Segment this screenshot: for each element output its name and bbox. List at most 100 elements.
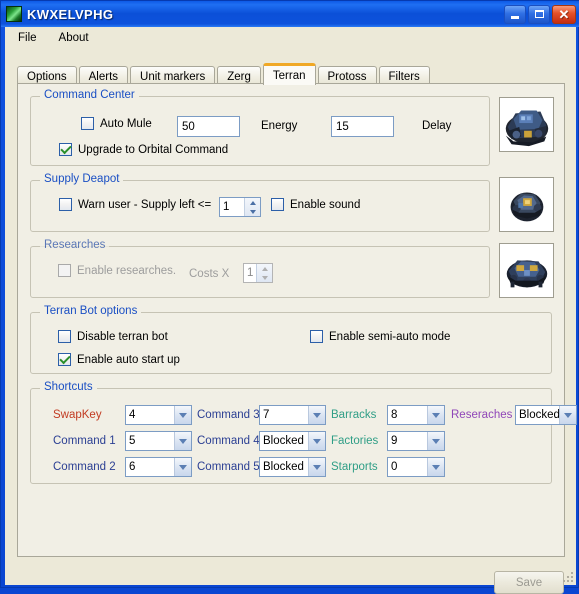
upgrade-orbital-label: Upgrade to Orbital Command: [78, 143, 229, 156]
spinner-down-icon: [257, 273, 272, 282]
disable-terran-bot-label: Disable terran bot: [77, 330, 168, 343]
enable-researches-row: Enable researches.: [58, 264, 176, 277]
shortcut-value-command-5: Blocked: [263, 461, 304, 473]
enable-auto-start-checkbox[interactable]: [58, 353, 71, 366]
enable-semi-auto-row[interactable]: Enable semi-auto mode: [310, 330, 450, 343]
group-title-command-center: Command Center: [40, 89, 139, 101]
upgrade-orbital-checkbox[interactable]: [59, 143, 72, 156]
shortcut-label-command-1: Command 1: [53, 435, 116, 447]
supply-left-value: 1: [223, 201, 230, 213]
shortcut-label-command-5: Command 5: [197, 461, 260, 473]
warn-user-row[interactable]: Warn user - Supply left <=: [59, 198, 211, 211]
chevron-down-icon[interactable]: [174, 406, 191, 424]
title-bar: KWXELVPHG ✕: [1, 1, 579, 27]
shortcut-label-command-2: Command 2: [53, 461, 116, 473]
spinner-down-icon[interactable]: [245, 207, 260, 216]
warn-user-checkbox[interactable]: [59, 198, 72, 211]
shortcut-value-barracks: 8: [391, 409, 398, 421]
supply-left-spin-buttons[interactable]: [244, 198, 260, 216]
group-terran-bot-options: Terran Bot options Disable terran bot En…: [30, 305, 552, 374]
chevron-down-icon[interactable]: [308, 458, 325, 476]
chevron-down-icon[interactable]: [427, 406, 444, 424]
engineering-bay-picture: [499, 243, 554, 298]
shortcut-combo-command-1[interactable]: 5: [125, 431, 192, 451]
shortcut-label-reseraches: Reseraches: [451, 409, 513, 421]
terran-tab-panel: Command Center Auto Mule 50 Energy 15 De…: [17, 83, 577, 557]
shortcut-combo-command-5[interactable]: Blocked: [259, 457, 326, 477]
shortcut-value-reseraches: Blocked: [519, 409, 559, 421]
energy-label: Energy: [261, 120, 298, 132]
tab-strip: Options Alerts Unit markers Zerg Terran …: [17, 63, 432, 86]
auto-mule-row[interactable]: Auto Mule: [81, 117, 152, 130]
shortcut-value-command-1: 5: [129, 435, 136, 447]
shortcut-combo-command-4[interactable]: Blocked: [259, 431, 326, 451]
chevron-down-icon[interactable]: [174, 432, 191, 450]
shortcut-combo-command-2[interactable]: 6: [125, 457, 192, 477]
shortcut-combo-swapkey[interactable]: 4: [125, 405, 192, 425]
group-title-shortcuts: Shortcuts: [40, 381, 97, 393]
close-button[interactable]: ✕: [552, 4, 576, 24]
shortcut-value-swapkey: 4: [129, 409, 136, 421]
shortcut-label-factories: Factories: [331, 435, 379, 447]
upgrade-orbital-row[interactable]: Upgrade to Orbital Command: [59, 143, 228, 156]
group-title-researches: Researches: [40, 239, 110, 251]
auto-mule-label: Auto Mule: [100, 117, 152, 130]
chevron-down-icon[interactable]: [427, 432, 444, 450]
shortcut-label-barracks: Barracks: [331, 409, 377, 421]
costs-x-label: Costs X: [189, 268, 230, 280]
resize-grip[interactable]: [561, 570, 573, 582]
supply-left-spinner[interactable]: 1: [219, 197, 261, 217]
group-researches: Researches Enable researches. Costs X 1: [30, 239, 490, 298]
chevron-down-icon[interactable]: [174, 458, 191, 476]
shortcut-combo-starports[interactable]: 0: [387, 457, 445, 477]
chevron-down-icon[interactable]: [427, 458, 444, 476]
chevron-down-icon[interactable]: [308, 406, 325, 424]
spinner-up-icon: [257, 264, 272, 273]
close-icon: ✕: [558, 6, 570, 22]
disable-terran-bot-row[interactable]: Disable terran bot: [58, 330, 168, 343]
enable-semi-auto-checkbox[interactable]: [310, 330, 323, 343]
supply-depot-sprite: [500, 178, 553, 231]
delay-label: Delay: [422, 120, 452, 132]
disable-terran-bot-checkbox[interactable]: [58, 330, 71, 343]
shortcut-label-command-3: Command 3: [197, 409, 260, 421]
shortcut-value-command-3: 7: [263, 409, 270, 421]
shortcut-combo-barracks[interactable]: 8: [387, 405, 445, 425]
costs-x-spin-buttons: [256, 264, 272, 282]
enable-sound-checkbox[interactable]: [271, 198, 284, 211]
energy-delay-input[interactable]: 15: [331, 116, 394, 137]
enable-auto-start-label: Enable auto start up: [77, 353, 180, 366]
chevron-down-icon[interactable]: [308, 432, 325, 450]
shortcut-label-starports: Starports: [331, 461, 378, 473]
minimize-button[interactable]: [504, 4, 526, 24]
menu-item-file[interactable]: File: [9, 30, 46, 46]
group-title-supply-depot: Supply Deapot: [40, 173, 124, 185]
tab-terran[interactable]: Terran: [262, 63, 316, 85]
shortcut-combo-reseraches[interactable]: Blocked: [515, 405, 577, 425]
mule-energy-input[interactable]: 50: [177, 116, 240, 137]
menu-bar: File About: [5, 27, 576, 49]
shortcut-label-swapkey: SwapKey: [53, 409, 102, 421]
enable-researches-label: Enable researches.: [77, 264, 177, 277]
shortcut-combo-factories[interactable]: 9: [387, 431, 445, 451]
group-command-center: Command Center Auto Mule 50 Energy 15 De…: [30, 89, 490, 166]
shortcut-combo-command-3[interactable]: 7: [259, 405, 326, 425]
supply-depot-picture: [499, 177, 554, 232]
shortcut-label-command-4: Command 4: [197, 435, 260, 447]
shortcut-value-factories: 9: [391, 435, 398, 447]
chevron-down-icon[interactable]: [559, 406, 576, 424]
enable-auto-start-row[interactable]: Enable auto start up: [58, 353, 180, 366]
auto-mule-checkbox[interactable]: [81, 117, 94, 130]
maximize-button[interactable]: [528, 4, 550, 24]
menu-item-about[interactable]: About: [50, 30, 98, 46]
enable-semi-auto-label: Enable semi-auto mode: [329, 330, 451, 343]
warn-user-label: Warn user - Supply left <=: [78, 198, 212, 211]
app-icon: [6, 6, 22, 22]
spinner-up-icon[interactable]: [245, 198, 260, 207]
save-button[interactable]: Save: [494, 571, 564, 594]
shortcut-value-command-2: 6: [129, 461, 136, 473]
maximize-icon: [534, 10, 544, 18]
group-supply-depot: Supply Deapot Warn user - Supply left <=…: [30, 173, 490, 232]
client-area: Options Alerts Unit markers Zerg Terran …: [5, 48, 577, 594]
enable-sound-row[interactable]: Enable sound: [271, 198, 360, 211]
